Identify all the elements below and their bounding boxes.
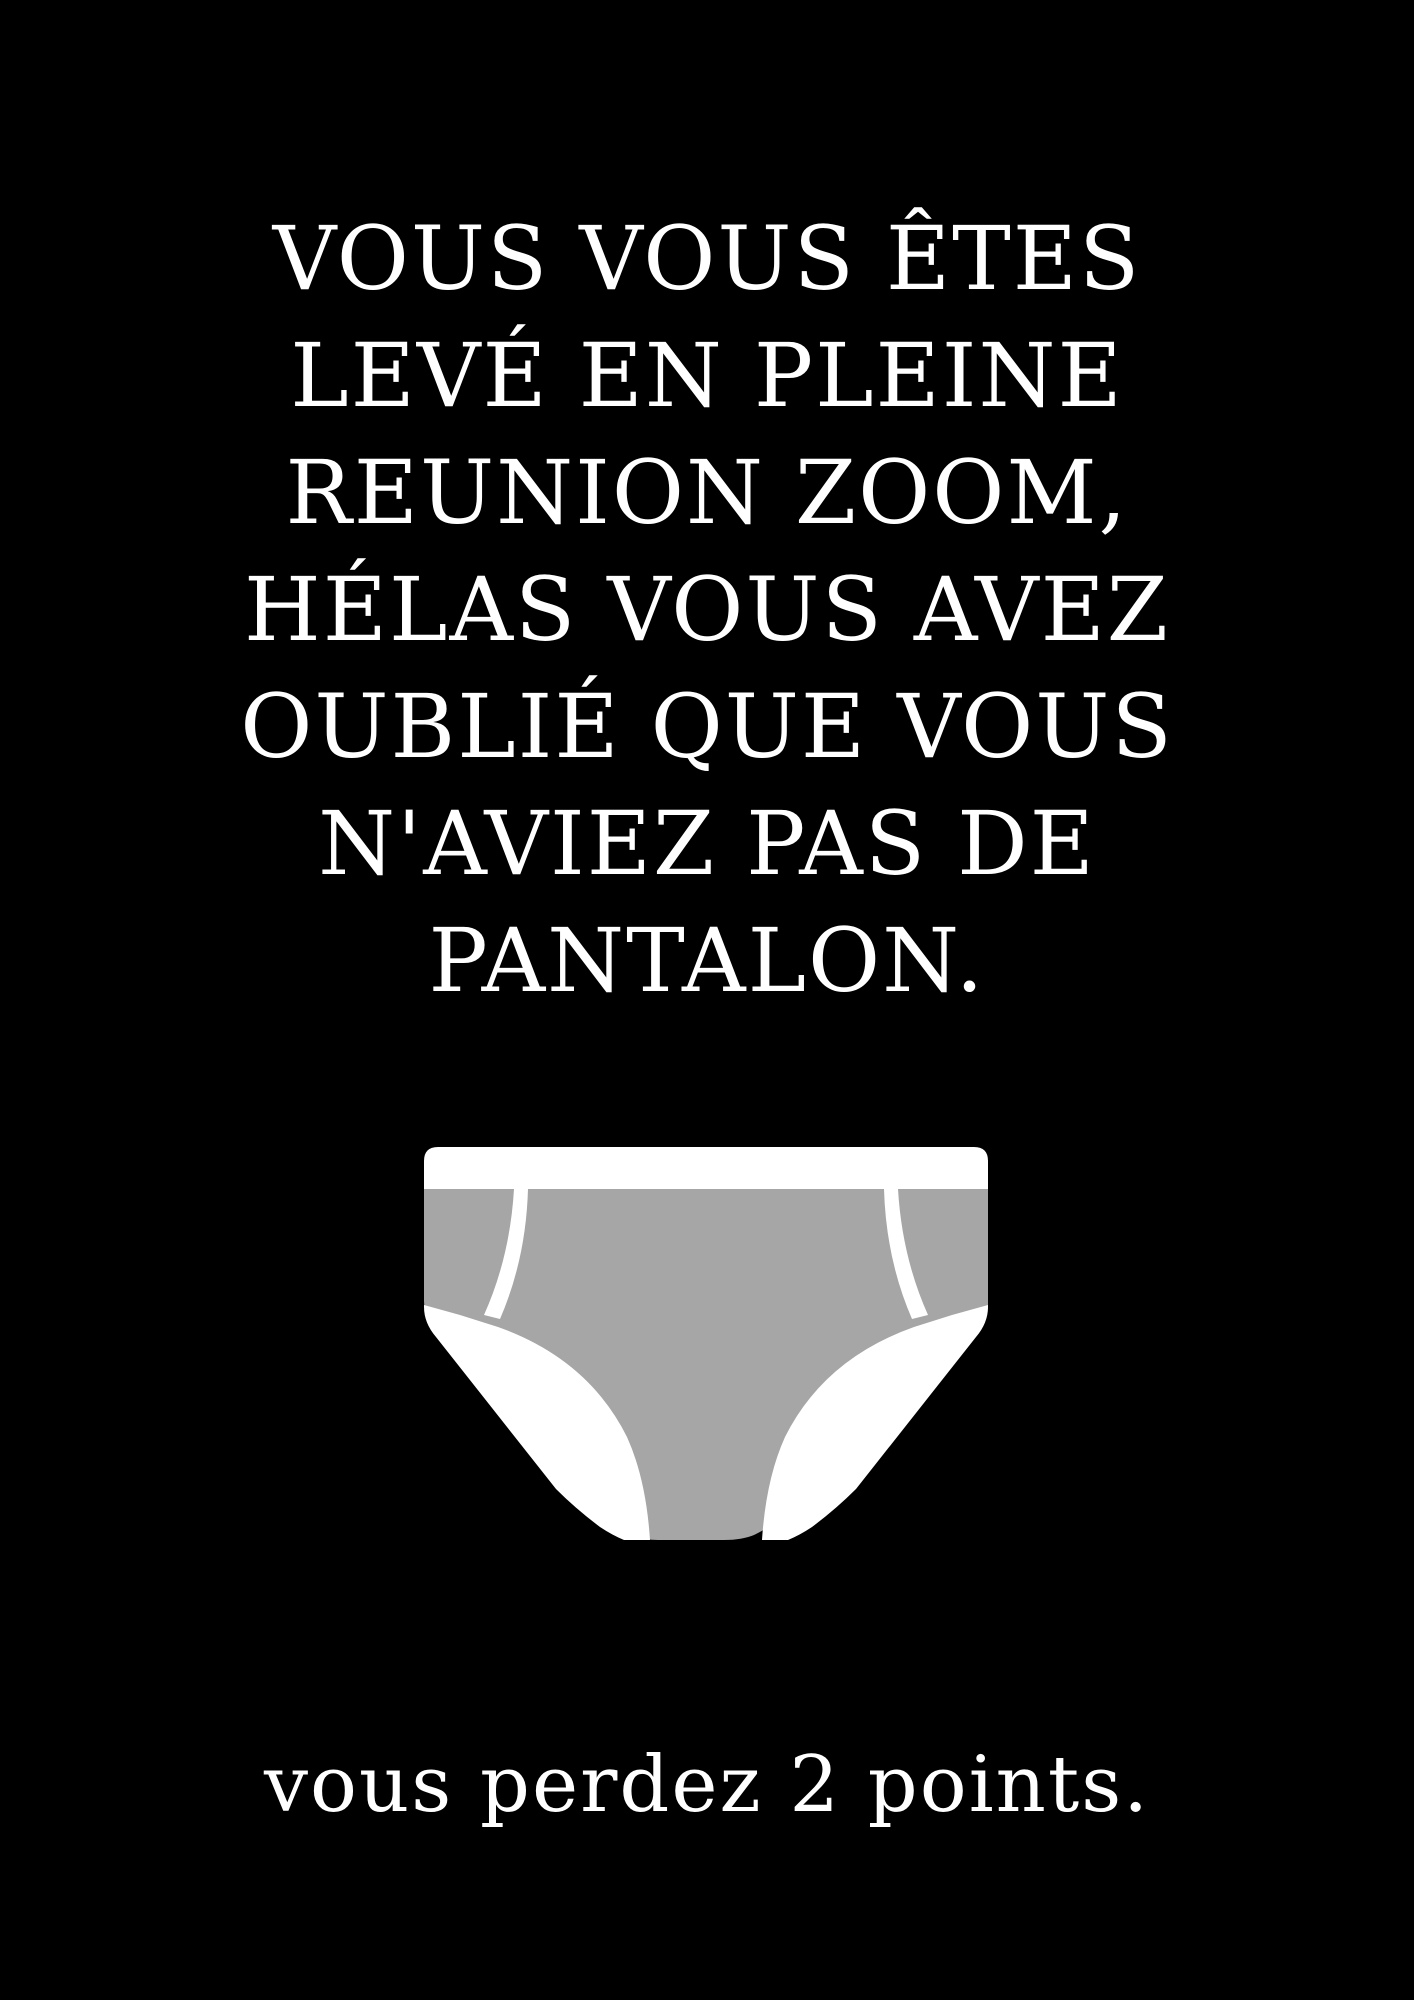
penalty-text: vous perdez 2 points. [263,1740,1151,1830]
headline-line: LEVÉ EN PLEINE [290,324,1124,427]
underwear-briefs-icon [424,1147,988,1540]
card-headline: VOUS VOUS ÊTES LEVÉ EN PLEINE REUNION ZO… [0,200,1414,1019]
headline-line: N'AVIEZ PAS DE [318,792,1096,895]
headline-line: VOUS VOUS ÊTES [272,207,1142,310]
briefs-waistband [424,1147,988,1189]
headline-line: OUBLIÉ QUE VOUS [240,675,1174,778]
game-card: VOUS VOUS ÊTES LEVÉ EN PLEINE REUNION ZO… [0,0,1414,2000]
headline-line: HÉLAS VOUS AVEZ [244,558,1170,661]
headline-line: REUNION ZOOM, [285,441,1129,544]
headline-line: PANTALON. [428,909,986,1012]
